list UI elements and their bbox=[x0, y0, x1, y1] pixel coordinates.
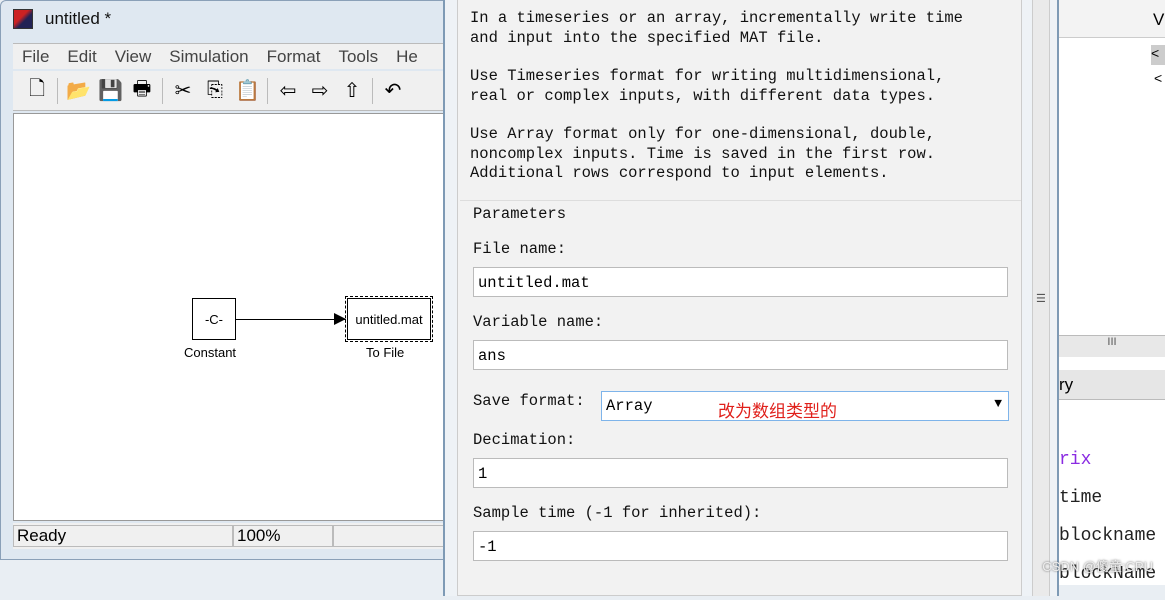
menu-edit[interactable]: Edit bbox=[58, 47, 105, 67]
workspace-item[interactable]: < bbox=[1154, 70, 1162, 86]
copy-icon[interactable]: ⎘ bbox=[203, 79, 227, 102]
horizontal-scrollbar[interactable]: III bbox=[1059, 335, 1165, 357]
sample-time-input[interactable]: -1 bbox=[473, 531, 1008, 561]
matlab-background-panel: V < < III ry rix time blockname blockNam… bbox=[1059, 0, 1165, 585]
save-format-value: Array bbox=[606, 397, 653, 415]
chevron-down-icon: ▼ bbox=[994, 396, 1002, 411]
to-file-block[interactable]: untitled.mat bbox=[345, 296, 433, 342]
decimation-input[interactable]: 1 bbox=[473, 458, 1008, 488]
paste-icon[interactable]: 📋 bbox=[235, 78, 260, 103]
watermark: CSDN @傻童:CPU bbox=[1042, 559, 1153, 574]
sample-time-label: Sample time (-1 for inherited): bbox=[473, 504, 762, 522]
title-bar: untitled * bbox=[13, 9, 111, 29]
save-icon[interactable]: 💾 bbox=[98, 78, 123, 103]
menu-bar: File Edit View Simulation Format Tools He bbox=[13, 43, 447, 69]
menu-help[interactable]: He bbox=[387, 47, 427, 67]
file-name-label: File name: bbox=[473, 240, 567, 258]
block-description: In a timeseries or an array, incremental… bbox=[458, 0, 1023, 197]
variable-name-input[interactable]: ans bbox=[473, 340, 1008, 370]
window-title: untitled * bbox=[45, 9, 112, 28]
menu-format[interactable]: Format bbox=[258, 47, 330, 67]
constant-block[interactable]: -C- bbox=[192, 298, 236, 340]
signal-line[interactable] bbox=[236, 319, 346, 320]
workspace-header: V bbox=[1059, 0, 1165, 38]
save-format-label: Save format: bbox=[473, 392, 585, 410]
code-line: time bbox=[1059, 488, 1103, 508]
forward-icon[interactable]: ⇨ bbox=[308, 78, 332, 103]
to-file-label: To File bbox=[366, 345, 405, 360]
scroll-grip: III bbox=[1107, 336, 1117, 348]
back-icon[interactable]: ⇦ bbox=[276, 78, 300, 103]
description-paragraph: Use Timeseries format for writing multid… bbox=[470, 67, 945, 105]
description-paragraph: In a timeseries or an array, incremental… bbox=[470, 9, 963, 47]
code-line: rix bbox=[1059, 450, 1092, 470]
up-icon[interactable]: ⇧ bbox=[340, 78, 364, 103]
undo-icon[interactable]: ↶ bbox=[381, 78, 405, 103]
simulink-window: untitled * File Edit View Simulation Format T… bbox=[0, 0, 447, 560]
open-icon[interactable]: 📂 bbox=[66, 78, 91, 103]
menu-file[interactable]: File bbox=[13, 47, 58, 67]
history-header: ry bbox=[1059, 370, 1165, 400]
parameters-title: Parameters bbox=[473, 205, 567, 223]
zoom-level: 100% bbox=[233, 525, 333, 547]
print-icon[interactable]: 🖶 bbox=[130, 74, 154, 108]
new-icon[interactable]: 🗋 bbox=[25, 74, 49, 108]
parameters-group: Parameters File name: untitled.mat Varia… bbox=[460, 200, 1021, 600]
block-parameters-dialog: In a timeseries or an array, incremental… bbox=[443, 0, 1059, 596]
menu-simulation[interactable]: Simulation bbox=[160, 47, 257, 67]
constant-label: Constant bbox=[184, 345, 237, 360]
cut-icon[interactable]: ✂ bbox=[171, 78, 195, 103]
code-line: blockname bbox=[1059, 526, 1157, 546]
column-header: V bbox=[1153, 10, 1165, 29]
menu-view[interactable]: View bbox=[106, 47, 161, 67]
decimation-label: Decimation: bbox=[473, 431, 576, 449]
toolbar: 🗋 📂 💾 🖶 ✂ ⎘ 📋 ⇦ ⇨ ⇧ ↶ bbox=[13, 71, 447, 111]
workspace-item[interactable]: < bbox=[1151, 45, 1165, 65]
model-canvas[interactable]: -C- Constant untitled.mat To File bbox=[13, 113, 447, 521]
status-bar: Ready 100% bbox=[13, 523, 447, 549]
arrow-head bbox=[334, 313, 346, 325]
dialog-content: In a timeseries or an array, incremental… bbox=[457, 0, 1022, 596]
menu-tools[interactable]: Tools bbox=[329, 47, 387, 67]
scroll-grip-icon: ☰ bbox=[1036, 293, 1046, 305]
variable-name-label: Variable name: bbox=[473, 313, 604, 331]
annotation-text: 改为数组类型的 bbox=[718, 402, 837, 422]
vertical-scrollbar[interactable]: ☰ bbox=[1032, 0, 1050, 596]
status-text: Ready bbox=[13, 525, 233, 547]
history-title: ry bbox=[1059, 375, 1074, 394]
simulink-icon bbox=[13, 9, 33, 29]
file-name-input[interactable]: untitled.mat bbox=[473, 267, 1008, 297]
description-paragraph: Use Array format only for one-dimensiona… bbox=[470, 125, 936, 182]
